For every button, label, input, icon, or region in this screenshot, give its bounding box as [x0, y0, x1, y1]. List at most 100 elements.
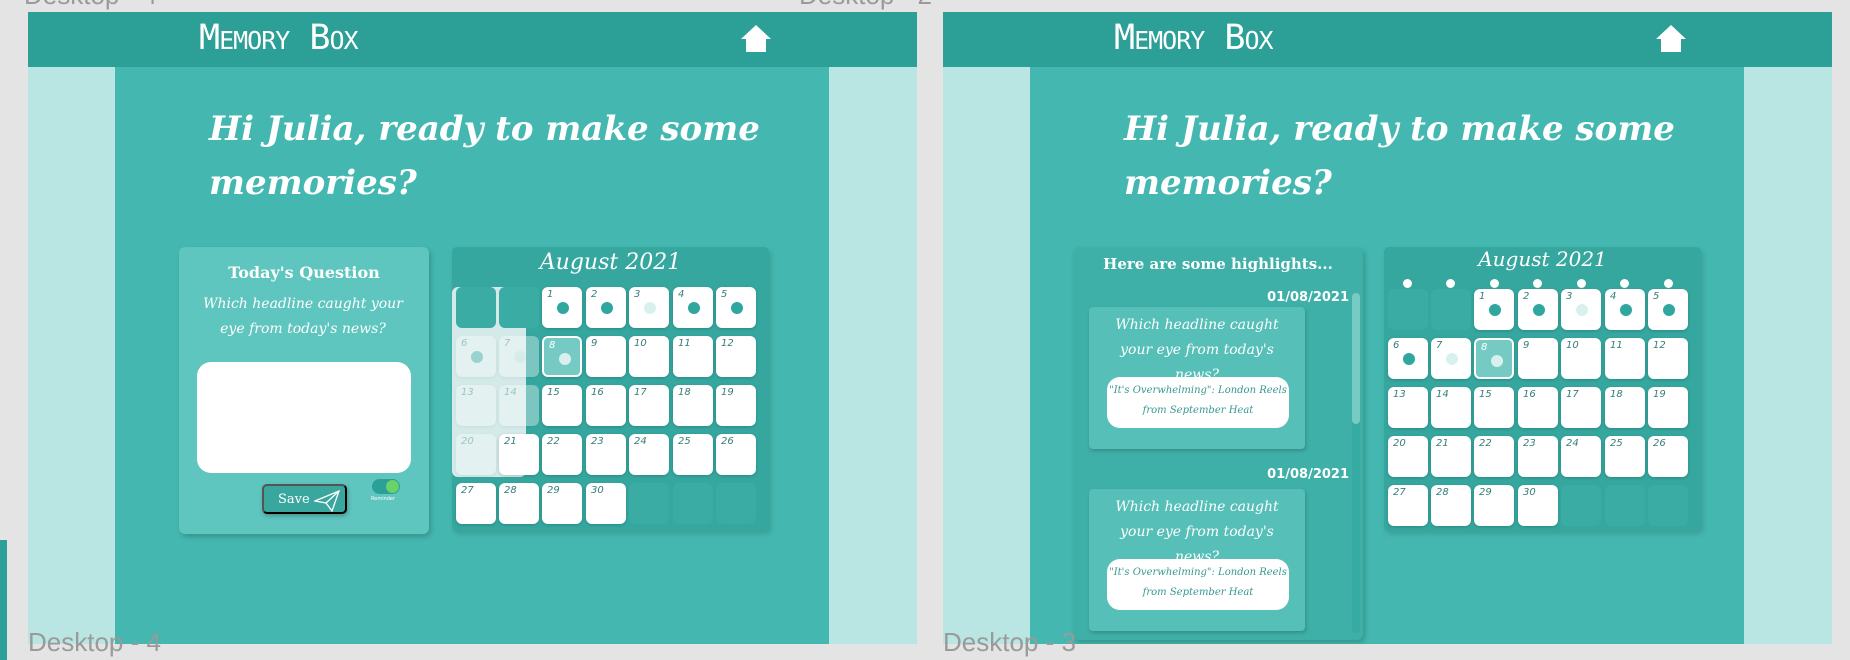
calendar-day[interactable]: 11: [673, 336, 713, 377]
calendar-day[interactable]: 28: [1431, 485, 1471, 526]
calendar-day[interactable]: 3: [1561, 289, 1601, 330]
calendar-day[interactable]: 22: [542, 434, 582, 475]
calendar-empty: [1561, 485, 1601, 526]
calendar-day[interactable]: 2: [586, 287, 626, 328]
brand-title: Memory Box: [199, 18, 359, 58]
weekday-check-icon: [1403, 279, 1412, 288]
calendar-day[interactable]: 21: [499, 434, 539, 475]
calendar-day[interactable]: 13: [456, 385, 496, 426]
highlights-scrollbar[interactable]: [1352, 293, 1360, 633]
brand-title: Memory Box: [1114, 18, 1274, 58]
calendar-day[interactable]: 1: [542, 287, 582, 328]
calendar-day[interactable]: 24: [629, 434, 669, 475]
calendar-day[interactable]: 6: [1388, 338, 1428, 379]
calendar-day[interactable]: 3: [629, 287, 669, 328]
calendar-day[interactable]: 26: [1648, 436, 1688, 477]
calendar-day[interactable]: 25: [1605, 436, 1645, 477]
reminder-toggle[interactable]: [372, 479, 400, 494]
calendar-day[interactable]: 12: [716, 336, 756, 377]
calendar-card: August 2021 1 2 3 4 5 6 7 8 9 10 11 12 1…: [1384, 247, 1701, 531]
highlight-answer: "It's Overwhelming": London Reels from S…: [1107, 559, 1289, 610]
calendar-day[interactable]: 6: [456, 336, 496, 377]
calendar-day[interactable]: 4: [1605, 289, 1645, 330]
main-panel: Hi Julia, ready to make some memories? H…: [1030, 67, 1744, 644]
calendar-day[interactable]: 7: [1431, 338, 1471, 379]
calendar-day[interactable]: 16: [586, 385, 626, 426]
desktop-4-artboard: Memory Box Hi Julia, ready to make some …: [28, 12, 917, 644]
calendar-day[interactable]: 2: [1518, 289, 1558, 330]
weekday-check-icon: [1577, 279, 1586, 288]
calendar-day[interactable]: 27: [456, 483, 496, 524]
calendar-day[interactable]: 19: [1648, 387, 1688, 428]
highlight-entry[interactable]: Which headline caught your eye from toda…: [1089, 489, 1305, 631]
calendar-day[interactable]: 19: [716, 385, 756, 426]
calendar-day[interactable]: 29: [542, 483, 582, 524]
calendar-day-selected[interactable]: 8: [1474, 338, 1514, 379]
calendar-day-selected[interactable]: 8: [542, 336, 582, 377]
home-icon[interactable]: [1655, 25, 1687, 57]
calendar-empty: [629, 483, 669, 524]
calendar-day[interactable]: 15: [542, 385, 582, 426]
calendar-day[interactable]: 9: [1518, 338, 1558, 379]
answer-textarea[interactable]: [197, 362, 411, 473]
frame-label-desktop-4: Desktop - 4: [28, 627, 161, 657]
save-button[interactable]: Save: [262, 484, 347, 514]
todays-question-card: Today's Question Which headline caught y…: [179, 247, 429, 534]
calendar-day[interactable]: 25: [673, 434, 713, 475]
calendar-empty: [716, 483, 756, 524]
calendar-empty: [1388, 289, 1428, 330]
calendar-day[interactable]: 14: [499, 385, 539, 426]
calendar-day[interactable]: 11: [1605, 338, 1645, 379]
calendar-day[interactable]: 1: [1474, 289, 1514, 330]
calendar-empty: [1431, 289, 1471, 330]
calendar-day[interactable]: 30: [586, 483, 626, 524]
calendar-day[interactable]: 18: [673, 385, 713, 426]
highlight-entry[interactable]: Which headline caught your eye from toda…: [1089, 307, 1305, 449]
calendar-empty: [673, 483, 713, 524]
calendar-day[interactable]: 21: [1431, 436, 1471, 477]
weekday-check-icon: [1490, 279, 1499, 288]
calendar-day[interactable]: 30: [1518, 485, 1558, 526]
highlight-date: 01/08/2021: [1267, 290, 1349, 305]
frame-label-desktop-3-top: Desktop - 2: [799, 0, 932, 11]
calendar-day[interactable]: 4: [673, 287, 713, 328]
toggle-knob: [386, 480, 399, 493]
calendar-day[interactable]: 27: [1388, 485, 1428, 526]
calendar-empty: [1605, 485, 1645, 526]
calendar-day[interactable]: 23: [1518, 436, 1558, 477]
calendar-day[interactable]: 22: [1474, 436, 1514, 477]
calendar-day[interactable]: 20: [1388, 436, 1428, 477]
todays-question-title: Today's Question: [228, 263, 380, 282]
home-icon[interactable]: [740, 25, 772, 57]
calendar-empty: [1648, 485, 1688, 526]
highlight-date: 01/08/2021: [1267, 467, 1349, 482]
calendar-day[interactable]: 17: [629, 385, 669, 426]
calendar-day[interactable]: 24: [1561, 436, 1601, 477]
calendar-day[interactable]: 23: [586, 434, 626, 475]
calendar-day[interactable]: 17: [1561, 387, 1601, 428]
calendar-day[interactable]: 18: [1605, 387, 1645, 428]
calendar-day[interactable]: 29: [1474, 485, 1514, 526]
highlight-answer: "It's Overwhelming": London Reels from S…: [1107, 377, 1289, 428]
calendar-day[interactable]: 28: [499, 483, 539, 524]
calendar-day[interactable]: 5: [1648, 289, 1688, 330]
calendar-day[interactable]: 26: [716, 434, 756, 475]
calendar-card: August 2021 1 2 3 4 5 6 7 8 9 10 11 12 1…: [452, 247, 769, 531]
scrollbar-thumb[interactable]: [1352, 293, 1360, 424]
topbar: Memory Box: [943, 12, 1832, 67]
calendar-day[interactable]: 10: [1561, 338, 1601, 379]
calendar-day[interactable]: 7: [499, 336, 539, 377]
calendar-title: August 2021: [1478, 247, 1607, 271]
calendar-day[interactable]: 9: [586, 336, 626, 377]
calendar-day[interactable]: 5: [716, 287, 756, 328]
calendar-day[interactable]: 12: [1648, 338, 1688, 379]
calendar-day[interactable]: 14: [1431, 387, 1471, 428]
calendar-day[interactable]: 10: [629, 336, 669, 377]
highlights-card: Here are some highlights... 01/08/2021 W…: [1073, 247, 1363, 640]
weekday-check-icon: [1446, 279, 1455, 288]
calendar-day[interactable]: 20: [456, 434, 496, 475]
calendar-day[interactable]: 15: [1474, 387, 1514, 428]
save-button-label: Save: [278, 492, 310, 507]
calendar-day[interactable]: 13: [1388, 387, 1428, 428]
calendar-day[interactable]: 16: [1518, 387, 1558, 428]
